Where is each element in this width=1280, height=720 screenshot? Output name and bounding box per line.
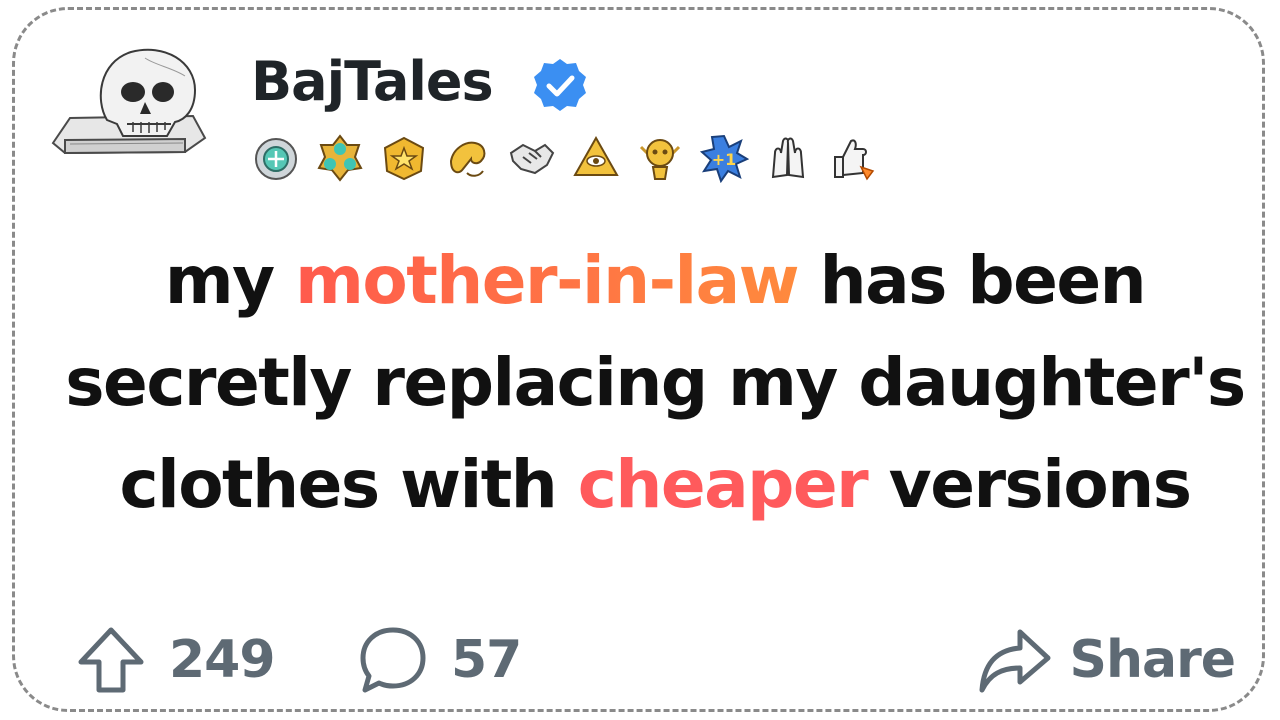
svg-text:+1: +1 <box>712 150 737 169</box>
title-highlight-mother-in-law: mother-in-law <box>295 242 800 319</box>
comment-bubble-icon[interactable] <box>357 624 429 696</box>
gold-teal-gem-icon <box>317 134 363 182</box>
upvote-arrow-icon[interactable] <box>75 624 147 696</box>
gold-robot-icon <box>639 139 681 180</box>
title-text-start: my <box>164 242 296 319</box>
post-card: BajTales +1 my mother-in-law has been se… <box>12 7 1265 712</box>
badge-row: +1 <box>251 130 877 186</box>
plus-one-starburst-icon: +1 <box>699 134 749 183</box>
gold-pyramid-eye-icon <box>573 135 619 176</box>
verified-check-icon <box>534 59 586 111</box>
handshake-icon <box>509 143 555 175</box>
silver-medal-icon <box>255 138 297 180</box>
skull-on-book-icon[interactable] <box>45 40 215 160</box>
upvote-button[interactable]: 249 <box>75 622 276 698</box>
title-text-end: versions <box>867 446 1192 523</box>
high-five-hands-icon <box>771 137 805 179</box>
comment-count: 57 <box>451 630 522 690</box>
title-highlight-cheaper: cheaper <box>577 446 869 523</box>
thumbs-up-rocket-icon <box>834 139 875 181</box>
post-title[interactable]: my mother-in-law has been secretly repla… <box>45 230 1265 536</box>
comments-button[interactable]: 57 <box>357 622 522 698</box>
gold-hand-gesture-icon <box>449 141 486 177</box>
share-button[interactable]: Share <box>976 622 1236 698</box>
upvote-count: 249 <box>169 630 276 690</box>
username[interactable]: BajTales <box>251 50 494 114</box>
share-label: Share <box>1069 630 1236 690</box>
share-arrow-icon[interactable] <box>976 624 1052 696</box>
action-bar: 249 57 Share <box>75 622 1245 698</box>
gold-star-badge-icon <box>383 136 425 181</box>
